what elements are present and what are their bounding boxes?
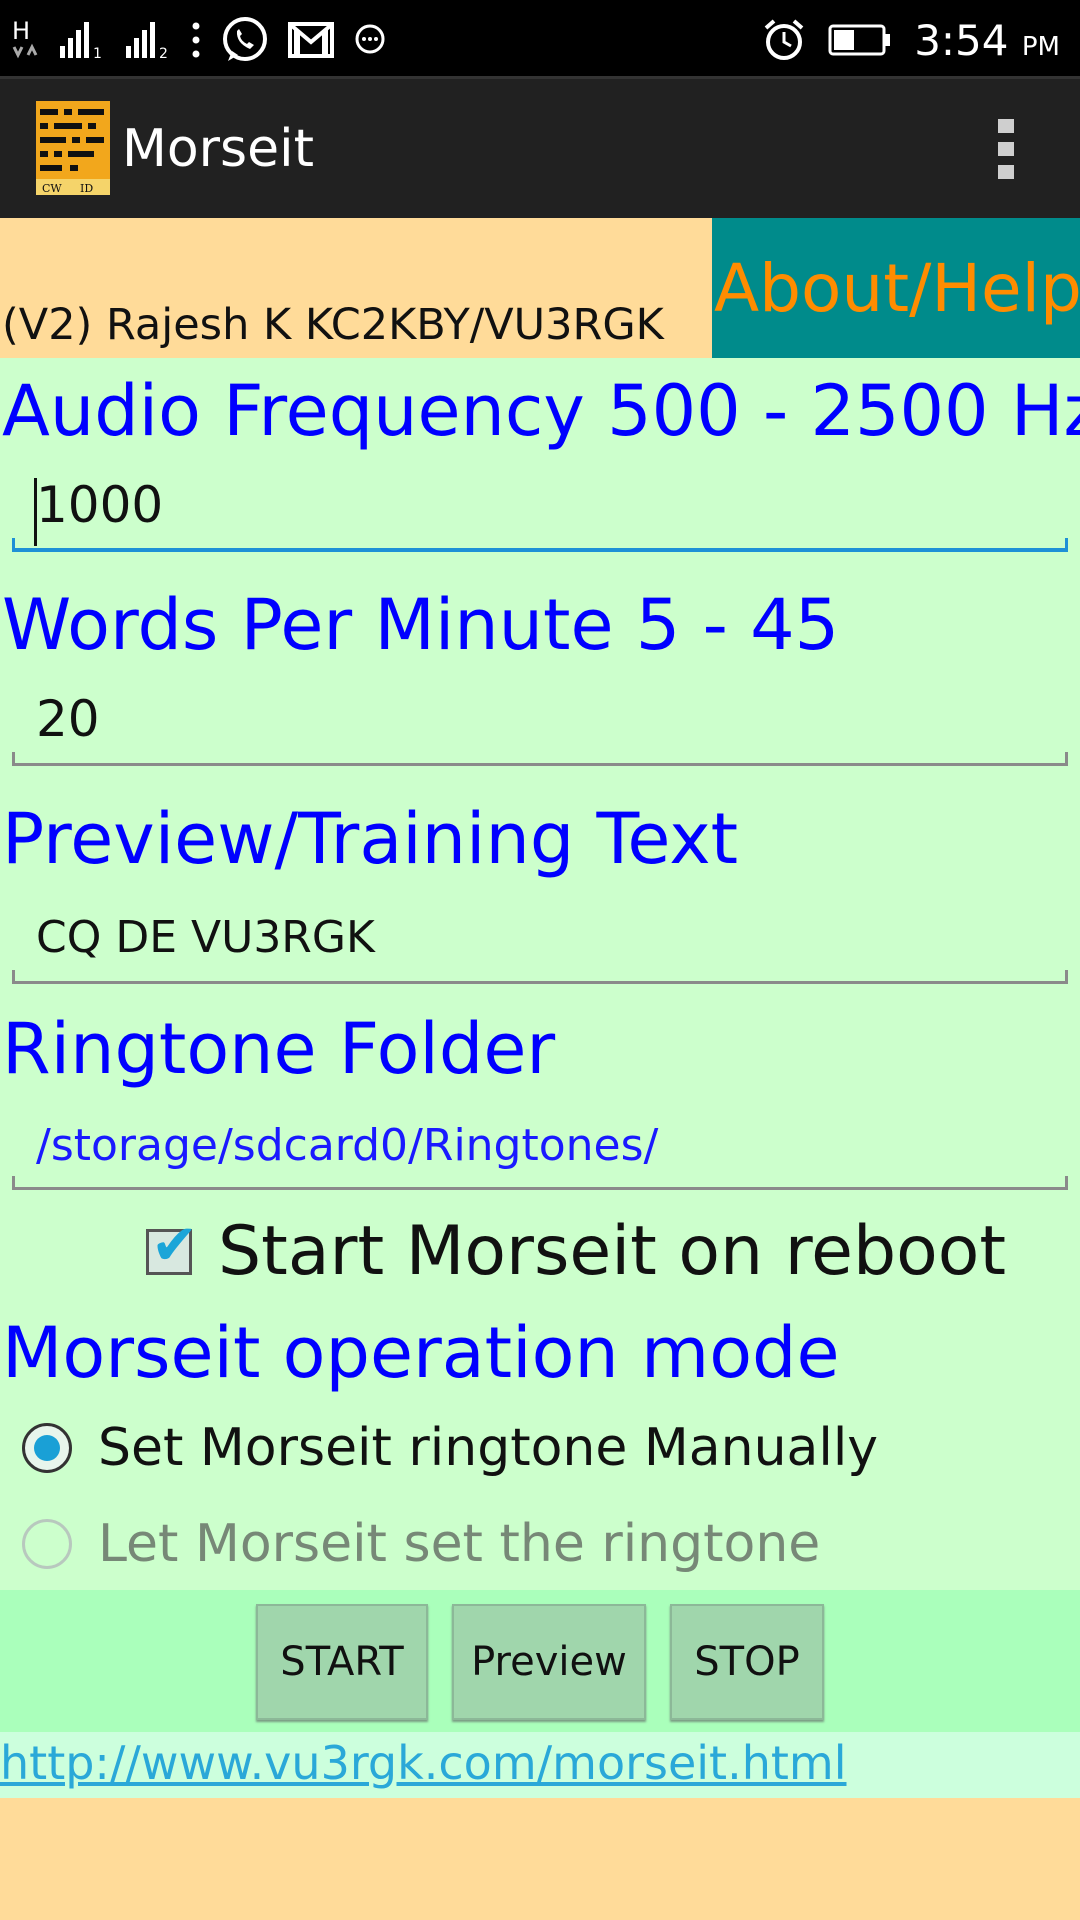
button-bar: START Preview STOP — [0, 1590, 1080, 1732]
status-bar-left: H 1 2 — [10, 10, 388, 70]
stop-button[interactable]: STOP — [670, 1604, 824, 1720]
preview-text-value: CQ DE VU3RGK — [36, 912, 375, 963]
settings-form: Audio Frequency 500 - 2500 Hz 1000 Words… — [0, 358, 1080, 1590]
mode-option-auto[interactable]: Let Morseit set the ringtone — [22, 1514, 820, 1574]
status-bar: H 1 2 3:54 PM — [0, 0, 1080, 76]
gmail-icon — [288, 22, 334, 58]
mode-option-manual[interactable]: Set Morseit ringtone Manually — [22, 1418, 878, 1478]
audio-frequency-label: Audio Frequency 500 - 2500 Hz — [2, 370, 1080, 452]
signal-h-icon: H — [12, 17, 38, 59]
app-title: Morseit — [122, 119, 314, 179]
morseit-app-icon: CW ID — [36, 101, 110, 195]
preview-text-label: Preview/Training Text — [2, 798, 739, 880]
reboot-checkbox-label: Start Morseit on reboot — [218, 1212, 1007, 1291]
audio-frequency-value: 1000 — [36, 476, 164, 534]
wpm-label: Words Per Minute 5 - 45 — [2, 584, 840, 666]
author-credit: (V2) Rajesh K KC2KBY/VU3RGK — [2, 300, 664, 350]
clock-ampm: PM — [1021, 31, 1060, 62]
link-bar: http://www.vu3rgk.com/morseit.html — [0, 1732, 1080, 1798]
whatsapp-icon — [223, 17, 267, 61]
audio-frequency-input[interactable]: 1000 — [12, 476, 1068, 552]
about-help-button[interactable]: About/Help — [712, 218, 1080, 358]
ringtone-folder-value: /storage/sdcard0/Ringtones/ — [36, 1120, 659, 1171]
svg-text:CW: CW — [42, 182, 62, 195]
clock-time: 3:54 — [914, 15, 1009, 65]
reboot-checkbox[interactable]: ✔ — [146, 1217, 198, 1275]
start-button[interactable]: START — [256, 1604, 428, 1720]
status-bar-right: 3:54 PM — [762, 10, 1060, 70]
svg-text:ID: ID — [80, 182, 93, 195]
svg-text:H: H — [12, 17, 30, 45]
more-vert-icon — [192, 22, 200, 58]
signal-1-icon: 1 — [60, 22, 102, 60]
svg-text:2: 2 — [159, 46, 168, 60]
alarm-icon — [764, 19, 804, 60]
reboot-checkbox-row[interactable]: ✔ Start Morseit on reboot — [146, 1212, 1006, 1291]
clock: 3:54 PM — [914, 16, 1060, 65]
wpm-value: 20 — [36, 690, 100, 748]
chat-bubble-icon — [355, 24, 385, 54]
radio-button-selected[interactable] — [22, 1423, 72, 1473]
radio-button-unselected[interactable] — [22, 1519, 72, 1569]
overflow-menu-icon[interactable] — [998, 119, 1018, 185]
signal-2-icon: 2 — [126, 22, 168, 60]
battery-icon — [828, 24, 891, 56]
ringtone-folder-label: Ringtone Folder — [2, 1008, 556, 1090]
mode-option-manual-label: Set Morseit ringtone Manually — [98, 1418, 879, 1478]
checkmark-icon: ✔ — [151, 1212, 198, 1278]
mode-option-auto-label: Let Morseit set the ringtone — [98, 1514, 821, 1574]
svg-text:1: 1 — [93, 46, 102, 60]
action-bar: CW ID Morseit — [0, 76, 1080, 221]
operation-mode-label: Morseit operation mode — [2, 1312, 840, 1394]
preview-text-input[interactable]: CQ DE VU3RGK — [12, 908, 1068, 984]
preview-button[interactable]: Preview — [452, 1604, 646, 1720]
wpm-input[interactable]: 20 — [12, 690, 1068, 766]
ringtone-folder-input[interactable]: /storage/sdcard0/Ringtones/ — [12, 1114, 1068, 1190]
website-link[interactable]: http://www.vu3rgk.com/morseit.html — [0, 1736, 847, 1790]
